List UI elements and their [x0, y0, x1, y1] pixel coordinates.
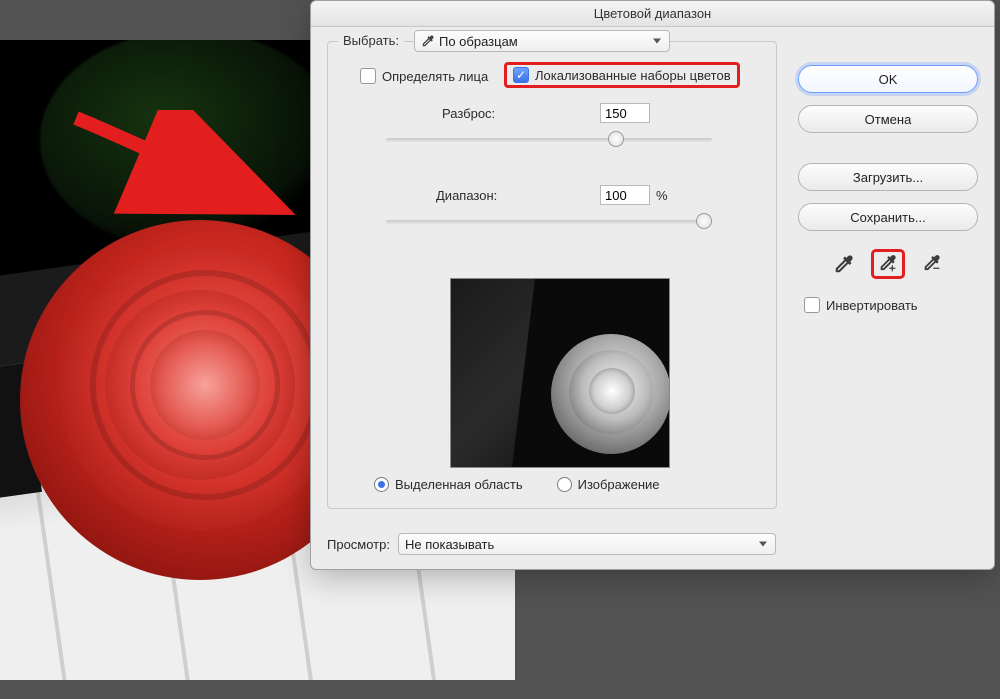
radio-selection-label: Выделенная область [395, 477, 523, 492]
localized-colors-label: Локализованные наборы цветов [535, 68, 731, 83]
range-input[interactable] [600, 185, 650, 205]
localized-colors-checkbox[interactable] [513, 67, 529, 83]
annotation-arrow [70, 110, 310, 240]
preview-mode-row: Просмотр: Не показывать [327, 533, 776, 555]
eyedropper-minus-icon [921, 253, 943, 275]
eyedropper-icon [421, 34, 435, 48]
invert-checkbox[interactable] [804, 297, 820, 313]
range-slider[interactable] [386, 220, 712, 224]
selection-preview [450, 278, 670, 468]
localized-highlight: Локализованные наборы цветов [504, 62, 740, 88]
dialog-title: Цветовой диапазон [311, 1, 994, 27]
load-button[interactable]: Загрузить... [798, 163, 978, 191]
eyedropper-subtract[interactable] [915, 249, 949, 279]
cancel-button[interactable]: Отмена [798, 105, 978, 133]
radio-selection[interactable] [374, 477, 389, 492]
radio-image[interactable] [557, 477, 572, 492]
preview-mode-value: Не показывать [405, 537, 494, 552]
dialog-side-panel: OK Отмена Загрузить... Сохранить... [798, 65, 978, 313]
preview-mode-select[interactable]: Не показывать [398, 533, 776, 555]
eyedropper-sample[interactable] [827, 249, 861, 279]
sample-mode-select[interactable]: По образцам [414, 30, 670, 52]
select-fieldset: Выбрать: По образцам Определять лица Лок… [327, 41, 777, 509]
detect-faces-checkbox[interactable] [360, 68, 376, 84]
ok-button[interactable]: OK [798, 65, 978, 93]
eyedropper-tools [798, 249, 978, 279]
eyedropper-icon [833, 253, 855, 275]
invert-label: Инвертировать [826, 298, 918, 313]
detect-faces-label: Определять лица [382, 69, 488, 84]
save-button[interactable]: Сохранить... [798, 203, 978, 231]
eyedropper-plus-icon [877, 253, 899, 275]
fuzziness-label: Разброс: [442, 106, 495, 121]
radio-image-label: Изображение [578, 477, 660, 492]
preview-label: Просмотр: [327, 537, 390, 552]
fuzziness-input[interactable] [600, 103, 650, 123]
range-label: Диапазон: [436, 188, 497, 203]
preview-mode-radios: Выделенная область Изображение [374, 477, 660, 492]
sample-mode-value: По образцам [439, 34, 518, 49]
eyedropper-add[interactable] [871, 249, 905, 279]
fuzziness-slider[interactable] [386, 138, 712, 142]
select-label: Выбрать: [338, 33, 404, 48]
range-unit: % [656, 188, 668, 203]
color-range-dialog: Цветовой диапазон Выбрать: По образцам О… [310, 0, 995, 570]
